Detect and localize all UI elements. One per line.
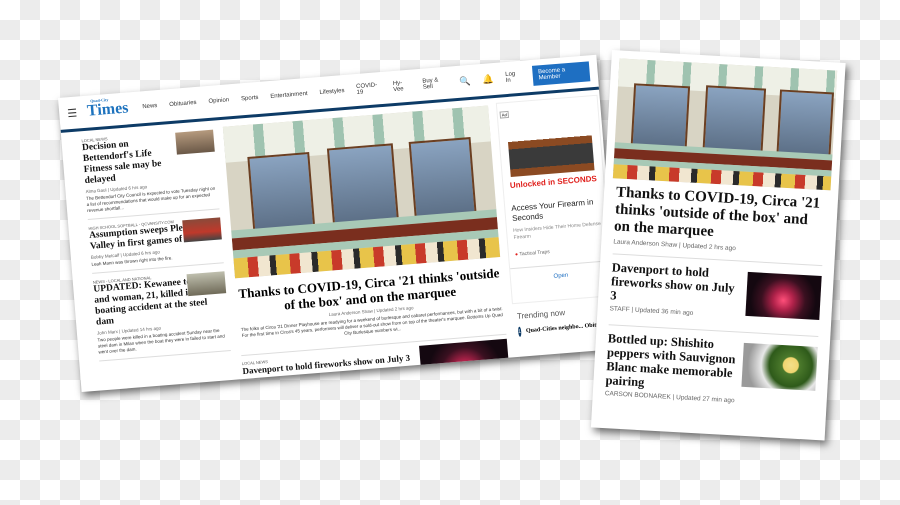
story-headline[interactable]: Davenport to hold fireworks show on July… bbox=[610, 260, 742, 309]
nav-entertainment[interactable]: Entertainment bbox=[270, 91, 308, 100]
advertisement[interactable]: Ad Unlocked in SECONDS Access Your Firea… bbox=[495, 94, 614, 305]
ad-source-label: Tactical Traps bbox=[519, 249, 551, 258]
nav-news[interactable]: News bbox=[142, 103, 157, 110]
nav-obituaries[interactable]: Obituaries bbox=[169, 100, 197, 108]
nav-sports[interactable]: Sports bbox=[241, 95, 259, 102]
softball-thumbnail bbox=[182, 217, 222, 243]
nav-opinion[interactable]: Opinion bbox=[208, 97, 229, 105]
story-headline[interactable]: Bottled up: Shishito peppers with Sauvig… bbox=[605, 331, 738, 394]
fitness-thumbnail bbox=[175, 129, 215, 155]
list-item[interactable]: Davenport to hold fireworks show on July… bbox=[608, 254, 823, 337]
mobile-site-screenshot: Thanks to COVID-19, Circa '21 thinks 'ou… bbox=[590, 50, 846, 441]
hero-photo[interactable] bbox=[222, 105, 501, 279]
desktop-site-screenshot: ☰ Quad-City Times News Obituaries Opinion… bbox=[58, 54, 620, 393]
fireworks-thumbnail bbox=[419, 338, 511, 393]
nav-hyvee[interactable]: Hy-Vee bbox=[393, 80, 412, 93]
peppers-thumbnail bbox=[741, 342, 818, 391]
ad-desc: How Insiders Hide Their Home Defense Fir… bbox=[512, 220, 602, 241]
login-link[interactable]: Log In bbox=[505, 71, 521, 84]
menu-icon[interactable]: ☰ bbox=[67, 106, 78, 120]
list-item[interactable]: Local News Davenport to hold fireworks s… bbox=[241, 333, 511, 393]
bell-icon[interactable]: 🔔 bbox=[482, 74, 494, 86]
left-column: Local News Decision on Bettendorf's Life… bbox=[81, 127, 231, 368]
gun-shelf-image bbox=[506, 120, 595, 177]
nav-buy-sell[interactable]: Buy & Sell bbox=[422, 77, 448, 90]
ad-tag: Ad bbox=[499, 110, 509, 119]
story-headline[interactable]: Thanks to COVID-19, Circa '21 thinks 'ou… bbox=[614, 184, 827, 247]
nav-covid[interactable]: COVID-19 bbox=[356, 82, 382, 96]
dam-thumbnail bbox=[186, 271, 227, 297]
list-item[interactable]: News - Local and National UPDATED: Kewan… bbox=[92, 269, 231, 362]
nav-lifestyles[interactable]: Lifestyles bbox=[319, 88, 344, 96]
source-icon: ● bbox=[514, 251, 519, 258]
fireworks-thumbnail bbox=[745, 271, 822, 320]
ad-source: ● Tactical Traps bbox=[515, 245, 603, 258]
list-item[interactable]: Local News Decision on Bettendorf's Life… bbox=[81, 127, 220, 220]
ad-open-button[interactable]: Open bbox=[510, 260, 611, 284]
list-item[interactable]: Thanks to COVID-19, Circa '21 thinks 'ou… bbox=[612, 178, 827, 267]
ad-title[interactable]: Access Your Firearm in Seconds bbox=[511, 197, 600, 224]
become-member-button[interactable]: Become a Member bbox=[531, 61, 591, 86]
story-headline[interactable]: Decision on Bettendorf's Life Fitness sa… bbox=[82, 136, 177, 187]
list-item[interactable]: Bottled up: Shishito peppers with Sauvig… bbox=[604, 325, 818, 417]
trending-rank: 1 bbox=[517, 326, 522, 337]
search-icon[interactable]: 🔍 bbox=[459, 75, 471, 87]
list-item[interactable]: High School Softball - QCVarsity.com Ass… bbox=[88, 215, 224, 274]
site-logo[interactable]: Quad-City Times bbox=[86, 97, 129, 120]
mobile-hero-photo[interactable] bbox=[612, 58, 838, 191]
main-column: Thanks to COVID-19, Circa '21 thinks 'ou… bbox=[222, 105, 511, 393]
